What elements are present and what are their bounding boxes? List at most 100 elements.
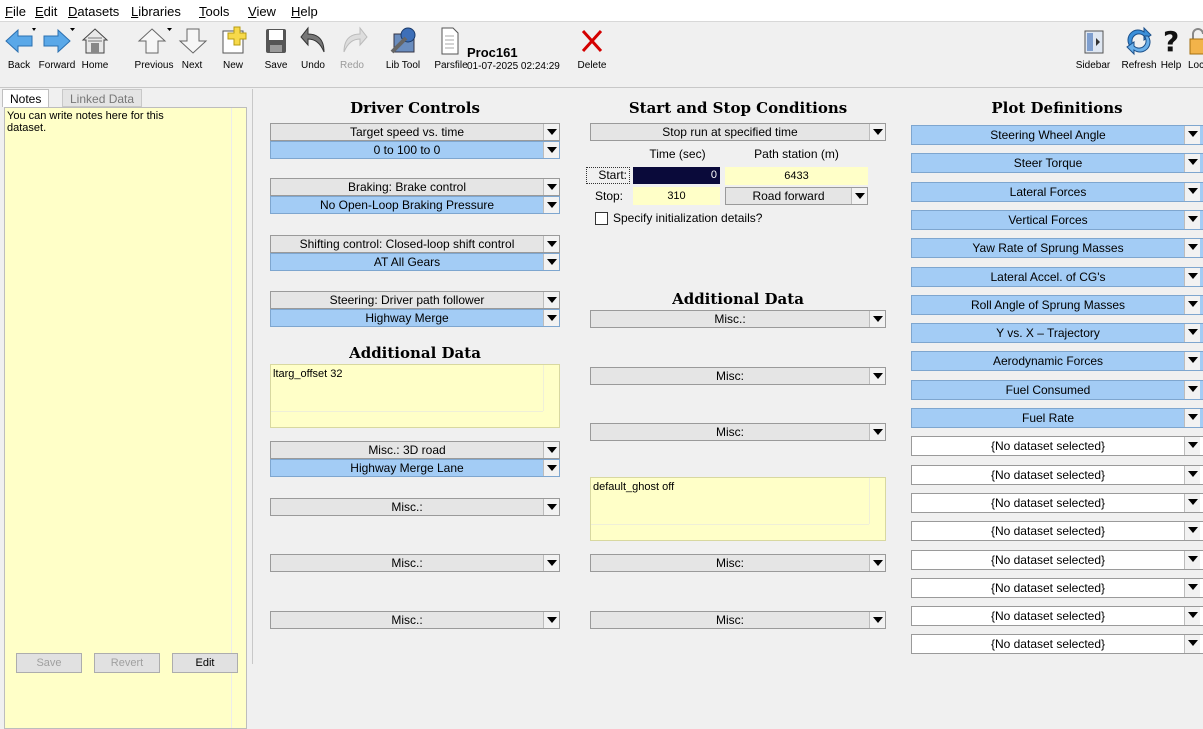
plot-definition-dropdown[interactable]: Roll Angle of Sprung Masses	[911, 294, 1203, 315]
back-arrow-icon	[5, 28, 36, 54]
dropdown-arrow-icon	[1184, 550, 1200, 569]
startstop-additional-data-textarea[interactable]: default_ghost off	[590, 477, 886, 541]
plot-definition-dropdown[interactable]: {No dataset selected}	[911, 577, 1203, 598]
menu-libraries[interactable]: Libraries	[131, 4, 181, 19]
plot-definition-dropdown[interactable]: Steering Wheel Angle	[911, 125, 1203, 145]
startstop-misc-dropdown-5[interactable]: Misc:	[590, 611, 886, 629]
left-panel: Notes Linked Data You can write notes he…	[0, 89, 253, 729]
dropdown-arrow-icon	[1184, 210, 1200, 229]
stop-label: Stop:	[595, 189, 624, 203]
steering-value-dropdown[interactable]: Highway Merge	[270, 309, 560, 327]
misc-3d-road-type-dropdown[interactable]: Misc.: 3D road	[270, 441, 560, 459]
menu-view[interactable]: View	[248, 4, 276, 19]
plot-definition-dropdown[interactable]: Aerodynamic Forces	[911, 351, 1203, 372]
shifting-value-dropdown[interactable]: AT All Gears	[270, 253, 560, 271]
menu-tools[interactable]: Tools	[199, 4, 229, 19]
vertical-scrollbar[interactable]	[869, 478, 885, 524]
dropdown-arrow-icon	[543, 442, 559, 458]
tab-notes[interactable]: Notes	[2, 89, 50, 107]
dropdown-arrow-icon	[1184, 522, 1200, 541]
stop-mode-dropdown[interactable]: Stop run at specified time	[590, 123, 886, 141]
notes-textarea[interactable]: You can write notes here for this datase…	[4, 107, 247, 729]
braking-type-dropdown[interactable]: Braking: Brake control	[270, 178, 560, 196]
startstop-misc-dropdown-2[interactable]: Misc:	[590, 367, 886, 385]
init-details-checkbox[interactable]	[595, 212, 608, 225]
plot-definition-dropdown[interactable]: {No dataset selected}	[911, 549, 1203, 570]
delete-button[interactable]: Delete	[578, 22, 606, 88]
help-icon: ?	[1163, 26, 1179, 56]
plot-definition-dropdown[interactable]: Vertical Forces	[911, 209, 1203, 230]
dropdown-arrow-icon	[543, 254, 559, 270]
lock-button[interactable]: Loc	[1188, 22, 1203, 88]
driver-misc-dropdown-1[interactable]: Misc.:	[270, 498, 560, 516]
dropdown-arrow-icon	[543, 612, 559, 628]
plot-definition-dropdown[interactable]: Y vs. X – Trajectory	[911, 323, 1203, 344]
plot-definition-dropdown[interactable]: Fuel Rate	[911, 408, 1203, 428]
undo-button[interactable]: Undo	[300, 22, 326, 88]
misc-3d-road-value-dropdown[interactable]: Highway Merge Lane	[270, 459, 560, 477]
notes-edit-button[interactable]: Edit	[172, 653, 238, 673]
lib-tool-icon	[390, 27, 416, 54]
vertical-scrollbar[interactable]	[543, 365, 559, 411]
startstop-misc-dropdown-4[interactable]: Misc:	[590, 554, 886, 572]
forward-button[interactable]: Forward	[39, 22, 75, 88]
plot-definition-dropdown[interactable]: Yaw Rate of Sprung Masses	[911, 238, 1203, 259]
notes-revert-button[interactable]: Revert	[94, 653, 160, 673]
lib-tool-button[interactable]: Lib Tool	[386, 22, 420, 88]
dropdown-arrow-icon	[869, 311, 885, 327]
menu-edit[interactable]: Edit	[35, 4, 57, 19]
plot-definition-dropdown[interactable]: Steer Torque	[911, 153, 1203, 174]
tab-linked-data[interactable]: Linked Data	[62, 89, 143, 107]
driver-misc-dropdown-3[interactable]: Misc.:	[270, 611, 560, 629]
forward-arrow-icon	[43, 28, 75, 54]
plot-definition-dropdown[interactable]: Lateral Forces	[911, 181, 1203, 202]
start-time-input[interactable]: 0	[633, 167, 720, 184]
plot-definition-dropdown[interactable]: {No dataset selected}	[911, 492, 1203, 513]
sidebar-button[interactable]: Sidebar	[1076, 22, 1110, 88]
braking-value-dropdown[interactable]: No Open-Loop Braking Pressure	[270, 196, 560, 214]
stop-direction-dropdown[interactable]: Road forward	[725, 187, 868, 205]
dropdown-arrow-icon	[543, 499, 559, 515]
next-button[interactable]: Next	[178, 22, 208, 88]
horizontal-scrollbar[interactable]	[271, 411, 543, 427]
parsfile-button[interactable]: Parsfile	[434, 22, 468, 88]
redo-button[interactable]: Redo	[340, 22, 368, 88]
home-button[interactable]: Home	[80, 22, 110, 88]
plot-definition-dropdown[interactable]: {No dataset selected}	[911, 521, 1203, 542]
dropdown-arrow-icon	[543, 179, 559, 195]
plot-definition-dropdown[interactable]: {No dataset selected}	[911, 606, 1203, 627]
menu-file[interactable]: File	[5, 4, 26, 19]
plot-definition-dropdown[interactable]: {No dataset selected}	[911, 436, 1203, 457]
start-stop-additional-data-title: Additional Data	[672, 290, 804, 308]
svg-text:?: ?	[1163, 26, 1179, 56]
notes-scrollbar[interactable]	[231, 108, 246, 728]
driver-additional-data-textarea[interactable]: ltarg_offset 32	[270, 364, 560, 428]
previous-button[interactable]: Previous	[135, 22, 173, 88]
dropdown-arrow-icon	[869, 124, 885, 140]
notes-save-button[interactable]: Save	[16, 653, 82, 673]
time-column-header: Time (sec)	[649, 147, 706, 161]
target-speed-type-dropdown[interactable]: Target speed vs. time	[270, 123, 560, 141]
horizontal-scrollbar[interactable]	[591, 524, 869, 540]
toolbar: Back Forward Home Previous Next New Save…	[0, 22, 1203, 88]
target-speed-value-dropdown[interactable]: 0 to 100 to 0	[270, 141, 560, 159]
new-button[interactable]: New	[220, 22, 247, 88]
startstop-misc-dropdown-1[interactable]: Misc.:	[590, 310, 886, 328]
shifting-type-dropdown[interactable]: Shifting control: Closed-loop shift cont…	[270, 235, 560, 253]
menu-datasets[interactable]: Datasets	[68, 4, 119, 19]
dropdown-arrow-icon	[543, 310, 559, 326]
plot-definition-dropdown[interactable]: Fuel Consumed	[911, 379, 1203, 400]
refresh-button[interactable]: Refresh	[1121, 22, 1157, 88]
menu-help[interactable]: Help	[291, 4, 318, 19]
steering-type-dropdown[interactable]: Steering: Driver path follower	[270, 291, 560, 309]
help-button[interactable]: ? Help	[1160, 22, 1182, 88]
plot-definition-dropdown[interactable]: {No dataset selected}	[911, 464, 1203, 485]
startstop-misc-dropdown-3[interactable]: Misc:	[590, 423, 886, 441]
stop-time-input[interactable]: 310	[633, 187, 720, 205]
start-station-input[interactable]: 6433	[725, 167, 868, 185]
plot-definition-dropdown[interactable]: Lateral Accel. of CG's	[911, 266, 1203, 287]
back-button[interactable]: Back	[4, 22, 36, 88]
save-button[interactable]: Save	[264, 22, 288, 88]
plot-definition-dropdown[interactable]: {No dataset selected}	[911, 634, 1203, 655]
driver-misc-dropdown-2[interactable]: Misc.:	[270, 554, 560, 572]
